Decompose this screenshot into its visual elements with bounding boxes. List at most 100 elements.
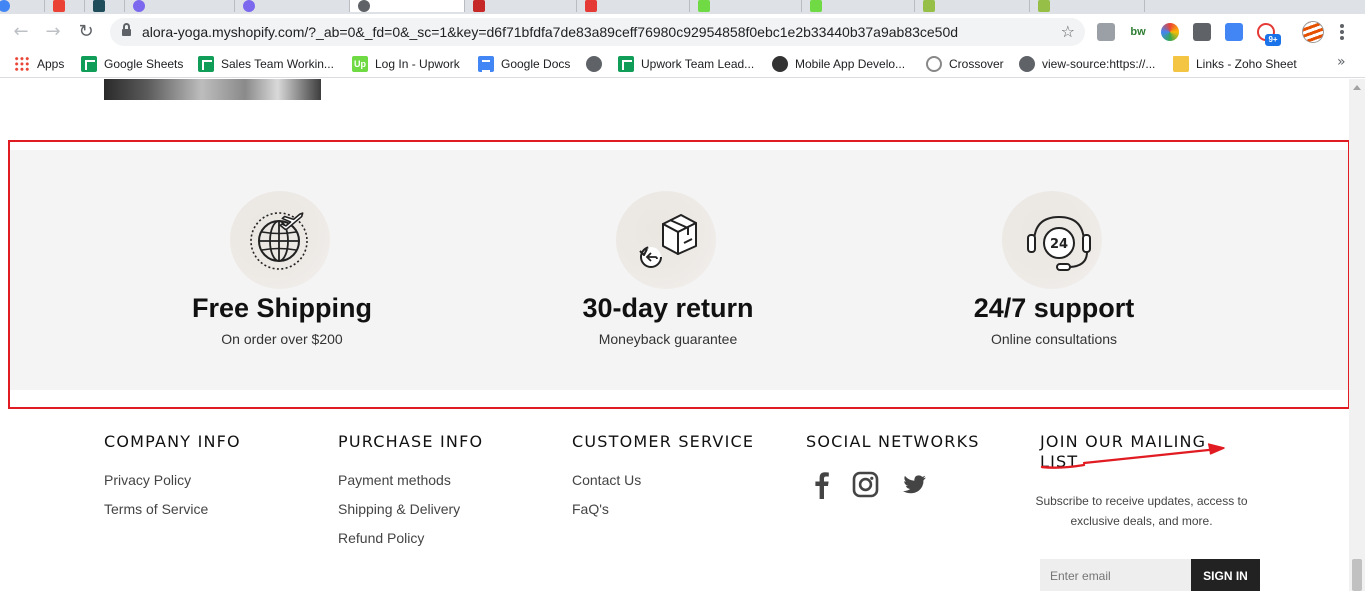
page-scrollbar[interactable] (1349, 79, 1365, 591)
page-viewport: Free Shipping On order over $200 30-day … (0, 79, 1349, 591)
browser-tab[interactable] (690, 0, 802, 12)
bookmark-star-icon[interactable]: ☆ (1061, 22, 1075, 42)
terms-of-service-link[interactable]: Terms of Service (104, 501, 208, 517)
scroll-up-arrow-icon[interactable] (1353, 85, 1361, 90)
browser-tab[interactable] (235, 0, 350, 12)
profile-avatar[interactable] (1302, 21, 1324, 43)
reload-icon[interactable]: ↻ (74, 20, 98, 44)
twitter-icon[interactable] (901, 469, 927, 499)
footer-customer-service: CUSTOMER SERVICE Contact Us FaQ's (572, 432, 755, 517)
tab-favicon-icon (473, 0, 485, 12)
tab-favicon-icon (1038, 0, 1050, 12)
bookmark-label: Crossover (949, 57, 1004, 71)
bookmark-google-docs[interactable]: Google Docs (478, 56, 570, 72)
footer-heading: CUSTOMER SERVICE (572, 432, 755, 451)
globe-icon (1019, 56, 1035, 72)
bookmark-google-sheets[interactable]: Google Sheets (81, 56, 183, 72)
tab-strip (0, 0, 1365, 14)
tab-favicon-icon (923, 0, 935, 12)
tab-favicon-icon (133, 0, 145, 12)
annotation-highlight-box (8, 140, 1349, 409)
footer-heading: SOCIAL NETWORKS (806, 432, 980, 451)
hero-image (104, 79, 321, 100)
bookmark-label: Links - Zoho Sheet (1196, 57, 1297, 71)
bookmark-crossover[interactable]: Crossover (926, 56, 1004, 72)
extension-color-icon[interactable] (1161, 23, 1179, 41)
browser-menu-icon[interactable] (1340, 24, 1344, 40)
tab-favicon-icon (585, 0, 597, 12)
browser-tab[interactable] (465, 0, 577, 12)
bookmark-label: view-source:https://... (1042, 57, 1156, 71)
upwork-icon: Up (352, 56, 368, 72)
folder-icon (1173, 56, 1189, 72)
email-input[interactable] (1040, 559, 1191, 591)
browser-tab-active[interactable] (350, 0, 465, 12)
url-text[interactable]: alora-yoga.myshopify.com/?_ab=0&_fd=0&_s… (142, 24, 958, 40)
mailing-list-heading: JOIN OUR MAILING LIST (1040, 432, 1207, 471)
tab-favicon-icon (698, 0, 710, 12)
footer-purchase-info: PURCHASE INFO Payment methods Shipping &… (338, 432, 484, 546)
bookmark-label: Google Docs (501, 57, 571, 71)
bookmark-upwork-team-lead[interactable]: Upwork Team Lead... (618, 56, 754, 72)
google-translate-icon[interactable] (1225, 23, 1243, 41)
bookmark-mobile-app[interactable]: Mobile App Develo... (772, 56, 905, 72)
forward-arrow-icon[interactable]: → (41, 20, 65, 44)
scrollbar-thumb[interactable] (1352, 559, 1362, 591)
lock-icon (122, 23, 131, 37)
extension-bw-icon[interactable]: bw (1129, 23, 1147, 41)
tab-favicon-icon (810, 0, 822, 12)
bookmark-upwork-login[interactable]: Up Log In - Upwork (352, 56, 460, 72)
bookmark-zoho-links[interactable]: Links - Zoho Sheet (1173, 56, 1297, 72)
browser-tab[interactable] (915, 0, 1030, 12)
back-arrow-icon[interactable]: ← (9, 20, 33, 44)
crossover-icon (926, 56, 942, 72)
extension-image-icon[interactable] (1193, 23, 1211, 41)
bookmark-sales-team[interactable]: Sales Team Workin... (198, 56, 334, 72)
browser-tab[interactable] (45, 0, 85, 12)
apps-grid-icon (14, 56, 30, 72)
google-sheets-icon (81, 56, 97, 72)
bookmark-label: Log In - Upwork (375, 57, 460, 71)
google-sheets-icon (198, 56, 214, 72)
browser-tab[interactable] (125, 0, 235, 12)
bookmarks-overflow-icon[interactable]: » (1337, 54, 1346, 70)
tab-favicon-icon (53, 0, 65, 12)
bookmark-label: Apps (37, 57, 65, 71)
extension-badge: 9+ (1265, 34, 1281, 46)
bookmark-globe[interactable] (586, 56, 609, 72)
bookmark-label: Google Sheets (104, 57, 184, 71)
tab-favicon-icon (358, 0, 370, 12)
footer-company-info: COMPANY INFO Privacy Policy Terms of Ser… (104, 432, 241, 517)
contact-us-link[interactable]: Contact Us (572, 472, 641, 488)
mailing-list-subtitle: Subscribe to receive updates, access to … (1035, 494, 1248, 528)
bookmark-label: Mobile App Develo... (795, 57, 906, 71)
instagram-icon[interactable] (852, 469, 879, 499)
footer-social-networks: SOCIAL NETWORKS (806, 432, 980, 452)
bookmark-label: Upwork Team Lead... (641, 57, 755, 71)
browser-tab[interactable] (802, 0, 915, 12)
bookmarks-bar: Apps Google Sheets Sales Team Workin... … (0, 50, 1365, 78)
github-icon (772, 56, 788, 72)
bookmark-label: Sales Team Workin... (221, 57, 334, 71)
extension-stack-icon[interactable] (1097, 23, 1115, 41)
sign-in-button[interactable]: SIGN IN (1191, 559, 1260, 591)
bookmark-view-source[interactable]: view-source:https://... (1019, 56, 1155, 72)
privacy-policy-link[interactable]: Privacy Policy (104, 472, 191, 488)
browser-tab[interactable] (1030, 0, 1145, 12)
faqs-link[interactable]: FaQ's (572, 501, 609, 517)
shipping-delivery-link[interactable]: Shipping & Delivery (338, 501, 460, 517)
refund-policy-link[interactable]: Refund Policy (338, 530, 424, 546)
footer-heading: PURCHASE INFO (338, 432, 484, 451)
address-bar[interactable]: alora-yoga.myshopify.com/?_ab=0&_fd=0&_s… (110, 18, 1085, 46)
browser-tab[interactable] (577, 0, 690, 12)
tab-favicon-icon (0, 0, 10, 12)
browser-tab[interactable] (0, 0, 45, 12)
footer-heading: COMPANY INFO (104, 432, 241, 451)
google-docs-icon (478, 56, 494, 72)
bookmark-apps[interactable]: Apps (14, 56, 64, 72)
browser-tab[interactable] (85, 0, 125, 12)
browser-toolbar: ← → ↻ alora-yoga.myshopify.com/?_ab=0&_f… (0, 14, 1365, 50)
google-sheets-icon (618, 56, 634, 72)
facebook-icon[interactable] (812, 469, 832, 499)
payment-methods-link[interactable]: Payment methods (338, 472, 451, 488)
